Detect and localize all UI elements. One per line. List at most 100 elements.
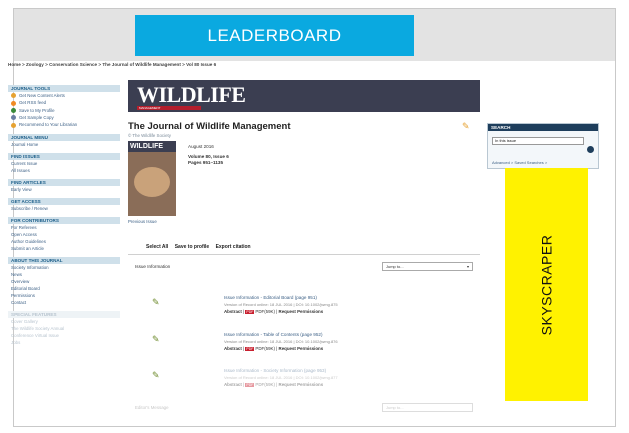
previous-issue-link[interactable]: Previous Issue [128,219,157,224]
sidebar-item-label: Get New Content Alerts [19,93,65,98]
sidebar-item-annual[interactable]: The Wildlife Society Annual [8,325,120,332]
abstract-link[interactable]: Abstract [224,309,242,314]
sidebar-heading-find-articles: FIND ARTICLES [8,178,120,186]
sidebar-item-subscribe[interactable]: Subscribe / Renew [8,205,120,212]
skyscraper-label: SKYSCRAPER [538,234,555,335]
save-to-profile-link[interactable]: Save to profile [175,244,209,250]
leaderboard-label: LEADERBOARD [207,25,342,45]
jump-to-select-bottom[interactable]: Jump to... [382,403,473,412]
pdf-icon: PDF [245,347,255,351]
issue-pages: Pages 951–1135 [188,159,223,165]
sidebar-item-permissions[interactable]: Permissions [8,292,120,299]
sidebar-heading-about: ABOUT THIS JOURNAL [8,256,120,264]
sidebar-item-label: Get RSS feed [19,100,47,106]
select-all-link[interactable]: Select All [146,244,168,250]
article-links: Abstract | PDF PDF(59K) | Request Permiss… [224,382,324,387]
sidebar-heading-journal-tools: JOURNAL TOOLS [8,85,120,92]
request-permissions-link[interactable]: Request Permissions [279,346,324,351]
next-section-heading: Editor's Message [135,405,169,410]
sidebar-item-save-profile[interactable]: Save to My Profile [8,107,120,114]
pdf-link[interactable]: PDF(59K) [255,346,275,351]
sidebar-item-submit-article[interactable]: Submit an Article [8,245,120,252]
sidebar-heading-find-issues: FIND ISSUES [8,152,120,160]
sidebar-heading-get-access: GET ACCESS [8,197,120,205]
breadcrumb[interactable]: Home > Zoology > Conservation Science > … [8,62,216,67]
sidebar-item-recommend[interactable]: Recommend to Your Librarian [8,121,120,128]
alert-icon [11,93,16,99]
banner-title: WILDLIFE [137,82,246,107]
article-title-link[interactable]: Issue Information - Society Information … [224,368,326,373]
issue-meta: August 2016 Volume 80, Issue 6 Pages 951… [188,144,229,165]
article-links: Abstract | PDF PDF(59K) | Request Permiss… [224,346,324,351]
search-scope-select[interactable]: In this issue [492,137,584,145]
article-row: ✎ Issue Information - Table of Contents … [128,330,480,364]
article-row: ✎ Issue Information - Society Informatio… [128,366,480,400]
sidebar-item-label: Save to My Profile [19,107,55,113]
search-links[interactable]: Advanced > Saved Searches > [492,160,547,165]
skyscraper-ad[interactable]: SKYSCRAPER [505,168,588,401]
recommend-icon [11,122,16,128]
article-version: Version of Record online: 18 JUL 2016 | … [224,302,338,307]
search-go-button[interactable] [587,146,594,153]
rss-icon [11,100,16,106]
society-link[interactable]: © The Wildlife Society [128,133,171,138]
sidebar-item-editorial-board[interactable]: Editorial Board [8,285,120,292]
sidebar-item-open-access[interactable]: Open Access [8,231,120,238]
sidebar-item-rss[interactable]: Get RSS feed [8,99,120,106]
abstract-link[interactable]: Abstract [224,346,242,351]
search-heading: SEARCH [488,124,598,131]
section-heading: Issue Information [135,264,171,269]
sidebar-item-referees[interactable]: For Referees [8,224,120,231]
article-version: Version of Record online: 18 JUL 2016 | … [224,375,338,380]
leaderboard-ad[interactable]: LEADERBOARD [135,15,414,56]
pdf-icon: PDF [245,383,255,387]
jump-to-select[interactable]: Jump to... [382,262,473,271]
sidebar-item-label: Recommend to Your Librarian [19,122,78,128]
cover-label: WILDLIFE [128,141,176,152]
abstract-link[interactable]: Abstract [224,382,242,387]
pdf-link[interactable]: PDF(59K) [255,382,275,387]
sidebar-item-sample-copy[interactable]: Get Sample Copy [8,114,120,121]
export-citation-link[interactable]: Export citation [216,244,251,250]
sidebar-item-contact[interactable]: Contact [8,299,120,306]
sidebar-item-alerts[interactable]: Get New Content Alerts [8,92,120,99]
sidebar-item-all-issues[interactable]: All Issues [8,167,120,174]
article-version: Version of Record online: 18 JUL 2016 | … [224,339,338,344]
toc-actions: Select All Save to profile Export citati… [146,244,256,250]
cover-animal-shape [134,167,170,197]
article-edit-icon[interactable]: ✎ [152,297,160,308]
sample-copy-icon [11,115,16,121]
article-title-link[interactable]: Issue Information - Table of Contents (p… [224,332,322,337]
article-edit-icon[interactable]: ✎ [152,334,160,345]
page-title: The Journal of Wildlife Management [128,121,291,132]
pdf-link[interactable]: PDF(59K) [255,309,275,314]
sidebar-item-virtual-issue[interactable]: Conference Virtual Issue [8,332,120,339]
toc-divider [128,254,480,255]
request-permissions-link[interactable]: Request Permissions [279,382,324,387]
sidebar-item-news[interactable]: News [8,271,120,278]
sidebar-item-overview[interactable]: Overview [8,278,120,285]
sidebar-item-jobs[interactable]: Jobs [8,339,120,346]
search-panel: SEARCH In this issue Advanced > Saved Se… [487,123,599,169]
sidebar-heading-contributors: FOR CONTRIBUTORS [8,216,120,224]
article-title-link[interactable]: Issue Information - Editorial Board (pag… [224,295,317,300]
request-permissions-link[interactable]: Request Permissions [279,309,324,314]
pdf-icon: PDF [245,310,255,314]
sidebar-item-author-guidelines[interactable]: Author Guidelines [8,238,120,245]
save-icon [11,108,16,114]
sidebar-heading-journal-menu: JOURNAL MENU [8,133,120,141]
article-edit-icon[interactable]: ✎ [152,370,160,381]
top-bar: LEADERBOARD [14,9,615,61]
sidebar-heading-special: SPECIAL FEATURES [8,310,120,318]
edit-pen-icon[interactable]: ✎ [462,121,470,132]
sidebar-item-journal-home[interactable]: Journal Home [8,141,120,148]
sidebar-item-cover-gallery[interactable]: Cover Gallery [8,318,120,325]
issue-cover-image[interactable]: WILDLIFE [128,141,176,216]
sidebar: JOURNAL TOOLS Get New Content Alerts Get… [8,80,120,346]
journal-banner[interactable]: WILDLIFE MANAGEMENT [128,80,480,112]
sidebar-item-current-issue[interactable]: Current Issue [8,160,120,167]
sidebar-item-early-view[interactable]: Early View [8,186,120,193]
sidebar-item-label: Get Sample Copy [19,115,54,121]
sidebar-item-society-info[interactable]: Society Information [8,264,120,271]
article-links: Abstract | PDF PDF(59K) | Request Permiss… [224,309,324,314]
